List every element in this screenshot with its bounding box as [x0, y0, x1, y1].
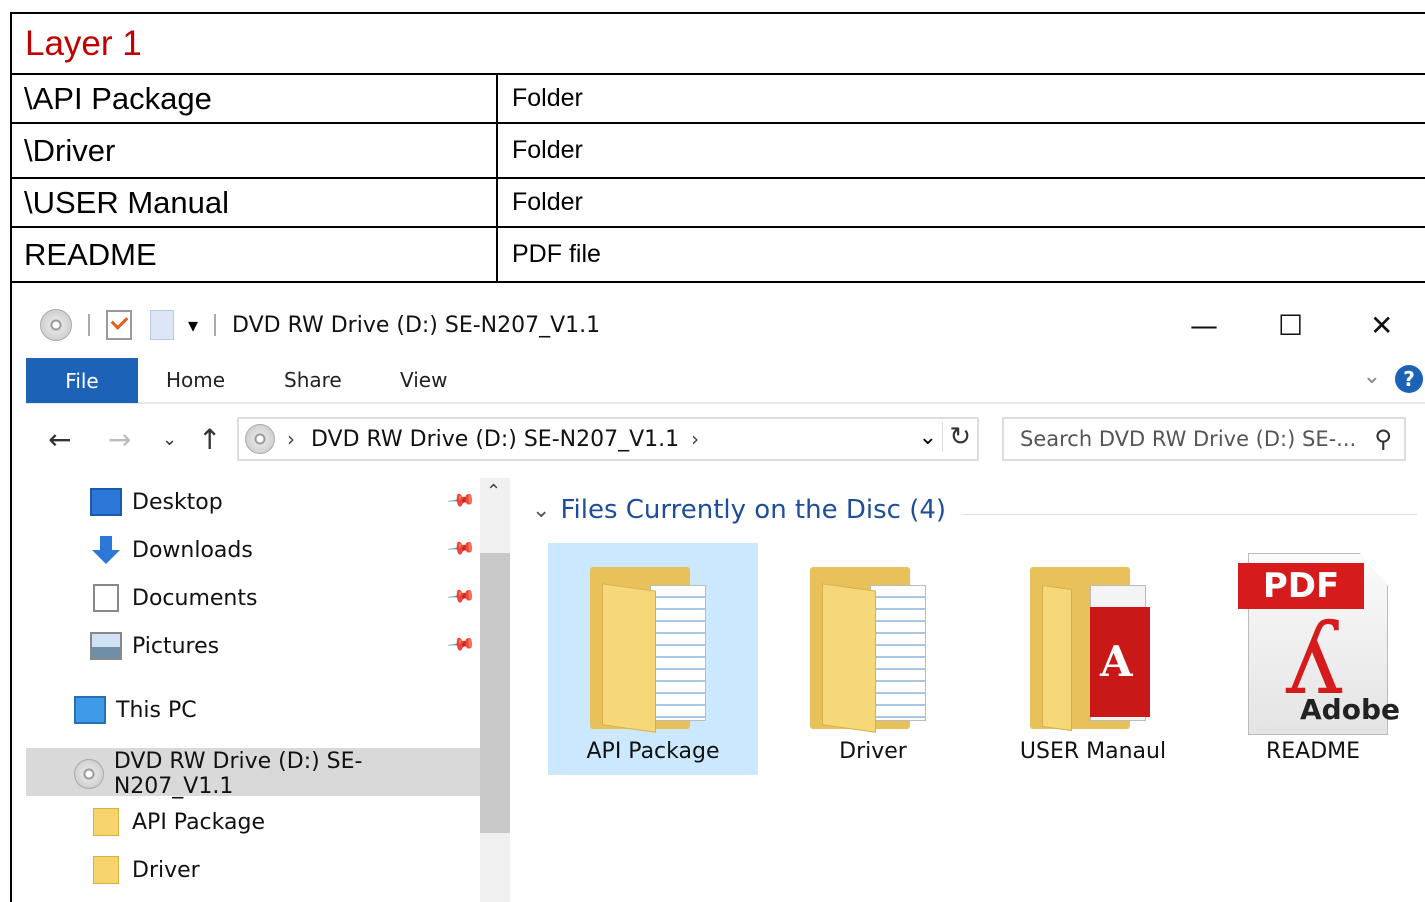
row-type: PDF file — [512, 240, 601, 268]
sidebar-item-label: Downloads — [132, 537, 253, 563]
desktop-icon — [90, 488, 122, 516]
new-folder-icon[interactable] — [150, 310, 174, 340]
tab-home[interactable]: Home — [166, 368, 225, 392]
table-row: \API Package Folder — [10, 73, 1425, 122]
row-name: \USER Manual — [12, 179, 498, 226]
toolbar-separator — [88, 314, 90, 336]
file-tile-label: USER Manaul — [1019, 739, 1167, 764]
pictures-icon — [90, 632, 122, 660]
adobe-wordmark: Adobe — [1300, 693, 1400, 726]
sidebar-item-label: Pictures — [132, 633, 220, 659]
window-title: DVD RW Drive (D:) SE-N207_V1.1 — [232, 312, 601, 338]
tab-share[interactable]: Share — [284, 368, 342, 392]
file-tile-driver[interactable]: Driver — [768, 543, 978, 775]
group-divider — [962, 514, 1417, 515]
pin-icon[interactable]: 📌 — [446, 581, 477, 611]
file-tile-user-manual[interactable]: A USER Manaul — [988, 543, 1198, 775]
sidebar-item-label: Driver — [132, 857, 200, 883]
forward-arrow-icon[interactable]: → — [108, 423, 131, 456]
sidebar-item-label: This PC — [116, 697, 197, 723]
group-title: Files Currently on the Disc (4) — [560, 495, 947, 525]
navigation-pane: Desktop 📌 Downloads 📌 Documents 📌 Pictur… — [26, 478, 480, 902]
sidebar-item-label: Documents — [132, 585, 258, 611]
address-path[interactable]: DVD RW Drive (D:) SE-N207_V1.1 — [311, 427, 679, 452]
sidebar-item-documents[interactable]: Documents — [90, 578, 257, 618]
tab-view[interactable]: View — [400, 368, 447, 392]
chevron-down-icon[interactable]: ⌄ — [532, 498, 550, 523]
tab-file[interactable]: File — [26, 358, 138, 403]
table-row: \Driver Folder — [10, 122, 1425, 177]
properties-icon[interactable] — [106, 310, 132, 340]
documents-icon — [93, 584, 119, 612]
sidebar-item-label: API Package — [132, 809, 265, 835]
up-arrow-icon[interactable]: ↑ — [198, 423, 221, 456]
address-bar[interactable]: › DVD RW Drive (D:) SE-N207_V1.1 › ⌄ ↻ — [237, 417, 979, 461]
dvd-drive-icon — [74, 759, 104, 789]
ribbon-bar: File Home Share View ⌄ ? — [26, 358, 1425, 404]
file-structure-table: Layer 1 \API Package Folder \Driver Fold… — [10, 12, 1425, 283]
help-icon[interactable]: ? — [1395, 365, 1423, 393]
pin-icon[interactable]: 📌 — [446, 485, 477, 515]
search-placeholder: Search DVD RW Drive (D:) SE-... — [1020, 427, 1357, 451]
row-type: Folder — [512, 188, 583, 216]
layer-title: Layer 1 — [25, 23, 142, 63]
row-type: Folder — [512, 84, 583, 112]
table-row: \USER Manual Folder — [10, 177, 1425, 226]
sidebar-item-api-package[interactable]: API Package — [90, 802, 265, 842]
file-tile-label: API Package — [586, 739, 720, 764]
sidebar-item-desktop[interactable]: Desktop — [90, 482, 223, 522]
sidebar-item-label: DVD RW Drive (D:) SE-N207_V1.1 — [113, 749, 363, 799]
sidebar-item-this-pc[interactable]: This PC — [74, 690, 197, 730]
dvd-drive-icon — [40, 309, 72, 341]
folder-icon — [590, 567, 714, 733]
dvd-drive-icon — [245, 424, 275, 454]
pdf-folder-icon: A — [1030, 567, 1154, 732]
chevron-down-icon[interactable]: ⌄ — [919, 425, 937, 450]
minimize-button[interactable]: — — [1190, 309, 1218, 342]
search-icon[interactable]: ⚲ — [1374, 425, 1392, 453]
file-tile-readme[interactable]: PDF ʎ Adobe README — [1208, 543, 1418, 775]
downloads-icon — [90, 536, 122, 564]
search-input[interactable]: Search DVD RW Drive (D:) SE-... ⚲ — [1002, 417, 1406, 461]
refresh-icon[interactable]: ↻ — [942, 422, 971, 452]
close-button[interactable]: ✕ — [1370, 309, 1393, 342]
sidebar-item-dvd-drive[interactable]: DVD RW Drive (D:) SE-N207_V1.1 — [74, 749, 480, 799]
chevron-right-icon[interactable]: › — [287, 427, 295, 451]
group-header[interactable]: ⌄ Files Currently on the Disc (4) — [532, 495, 946, 525]
pin-icon[interactable]: 📌 — [446, 533, 477, 563]
pin-icon[interactable]: 📌 — [446, 629, 477, 659]
pdf-folder-letter: A — [1100, 637, 1133, 686]
folder-icon — [93, 808, 119, 836]
customize-toolbar-icon[interactable]: ▾ — [188, 313, 198, 337]
row-name: \API Package — [12, 75, 498, 122]
row-name: README — [12, 228, 498, 281]
quick-access-toolbar: ▾ DVD RW Drive (D:) SE-N207_V1.1 — [40, 308, 600, 342]
toolbar-separator — [214, 314, 217, 336]
chevron-up-icon[interactable]: ⌃ — [486, 481, 501, 502]
chevron-right-icon[interactable]: › — [691, 427, 699, 451]
file-tile-api-package[interactable]: API Package — [548, 543, 758, 775]
back-arrow-icon[interactable]: ← — [48, 423, 71, 456]
sidebar-item-label: Desktop — [132, 489, 223, 515]
table-row: README PDF file — [10, 226, 1425, 283]
recent-locations-icon[interactable]: ⌄ — [162, 429, 177, 450]
sidebar-item-driver[interactable]: Driver — [90, 850, 200, 890]
file-tile-label: README — [1265, 739, 1361, 764]
sidebar-item-downloads[interactable]: Downloads — [90, 530, 253, 570]
sidebar-item-pictures[interactable]: Pictures — [90, 626, 219, 666]
table-title-row: Layer 1 — [10, 12, 1425, 73]
folder-icon — [810, 567, 934, 733]
file-explorer-window: ▾ DVD RW Drive (D:) SE-N207_V1.1 — ☐ ✕ F… — [10, 283, 1425, 902]
file-tile-label: Driver — [839, 739, 907, 764]
folder-icon — [93, 856, 119, 884]
expand-ribbon-icon[interactable]: ⌄ — [1363, 364, 1381, 389]
maximize-button[interactable]: ☐ — [1278, 309, 1303, 342]
row-name: \Driver — [12, 124, 498, 177]
scrollbar-thumb[interactable] — [480, 553, 510, 833]
computer-icon — [74, 696, 106, 724]
row-type: Folder — [512, 136, 583, 164]
